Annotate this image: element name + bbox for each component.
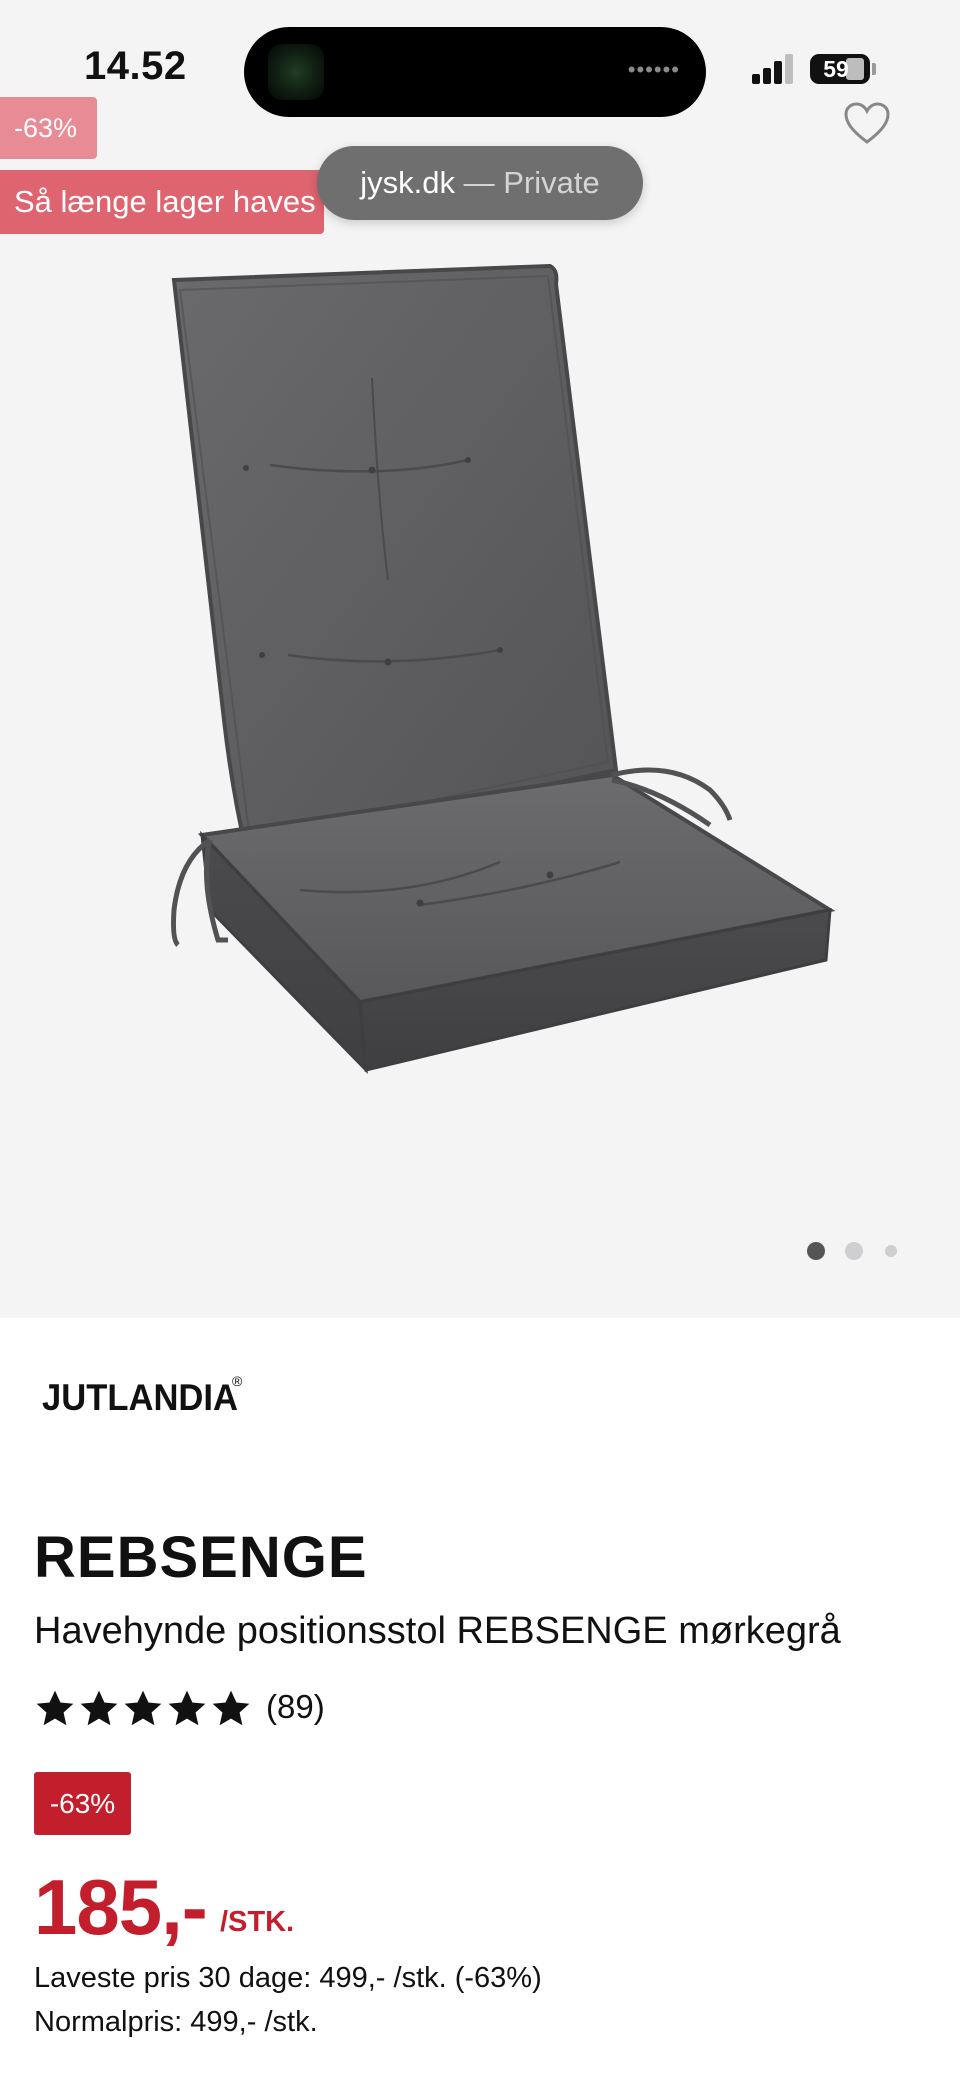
star-icon	[36, 1690, 74, 1726]
gallery-dot-2[interactable]	[845, 1242, 863, 1260]
discount-badge: -63%	[0, 97, 97, 159]
normal-price: Normalpris: 499,- /stk.	[34, 2006, 318, 2038]
rating-count[interactable]: (89)	[266, 1688, 325, 1726]
gallery-dot-1[interactable]	[807, 1242, 825, 1260]
brand-logo[interactable]: JUTLANDIA ®	[42, 1370, 282, 1420]
url-domain: jysk.dk	[360, 165, 455, 200]
lowest-price-30-days: Laveste pris 30 dage: 499,- /stk. (-63%)	[34, 1962, 542, 1994]
stock-badge: Så længe lager haves	[0, 170, 324, 234]
product-image[interactable]	[150, 250, 850, 1110]
browser-url-pill[interactable]: jysk.dk — Private	[317, 146, 643, 220]
private-mode-label: — Private	[463, 165, 600, 200]
island-dots: ••••••	[627, 57, 680, 82]
gallery-dot-3[interactable]	[885, 1245, 897, 1257]
price-unit: /STK.	[220, 1906, 295, 1938]
battery-icon: 59	[810, 54, 870, 84]
product-description: Havehynde positionsstol REBSENGE mørkegr…	[34, 1610, 841, 1652]
price-discount-badge: -63%	[34, 1772, 131, 1835]
gallery-pagination[interactable]	[805, 1240, 905, 1262]
price: 185,-	[34, 1863, 208, 1951]
star-icon	[212, 1690, 250, 1726]
dynamic-island: ••••••	[244, 27, 706, 117]
battery-nub	[872, 63, 876, 75]
product-title: REBSENGE	[34, 1525, 368, 1590]
camera-indicator	[268, 44, 324, 100]
brand-name: JUTLANDIA	[42, 1377, 238, 1418]
battery-level: 59	[823, 56, 849, 82]
rating-stars[interactable]	[34, 1688, 252, 1730]
status-time: 14.52	[84, 44, 187, 88]
star-icon	[168, 1690, 206, 1726]
star-icon	[80, 1690, 118, 1726]
star-icon	[124, 1690, 162, 1726]
cellular-signal-icon	[752, 54, 800, 84]
product-gallery[interactable]: 14.52 •••••• 59 -63% Så længe lager have…	[0, 0, 960, 1318]
brand-trademark: ®	[232, 1373, 243, 1389]
heart-outline-icon[interactable]	[843, 100, 891, 148]
